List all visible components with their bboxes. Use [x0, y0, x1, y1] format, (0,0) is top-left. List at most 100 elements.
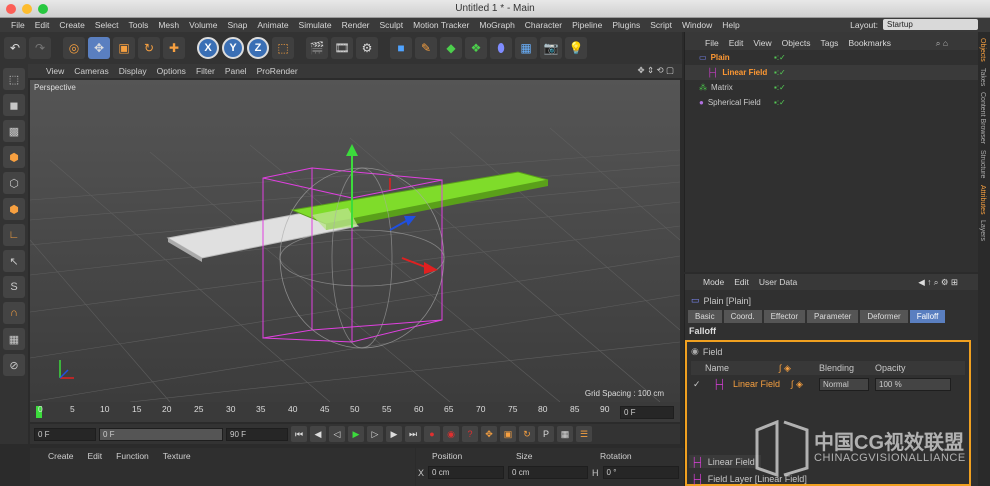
render-picture-viewer-icon[interactable]: 🎞 [331, 37, 353, 59]
material-menu-create[interactable]: Create [48, 451, 74, 461]
visibility-check-icon[interactable]: ▪:✓ [774, 68, 786, 77]
redo-icon[interactable]: ↷ [29, 37, 51, 59]
workplane-icon[interactable]: ▦ [3, 328, 25, 350]
side-tab-content-browser[interactable]: Content Browser [979, 92, 986, 144]
obj-menu-bookmarks[interactable]: Bookmarks [848, 38, 891, 50]
layout-dropdown[interactable]: Startup [883, 19, 978, 30]
menu-character[interactable]: Character [520, 20, 567, 30]
current-frame-field[interactable]: 0 F [620, 406, 674, 419]
axis-mode-icon[interactable]: ∟ [3, 224, 25, 246]
edges-mode-icon[interactable]: ⬡ [3, 172, 25, 194]
visibility-check-icon[interactable]: ▪:✓ [774, 83, 786, 92]
viewport-menu-filter[interactable]: Filter [196, 66, 215, 76]
tweak-mode-icon[interactable]: ↖ [3, 250, 25, 272]
coordinate-system-icon[interactable]: ⬚ [272, 37, 294, 59]
previous-key-icon[interactable]: ◀ [310, 426, 326, 442]
viewport-menu-options[interactable]: Options [157, 66, 186, 76]
rotate-tool-icon[interactable]: ↻ [138, 37, 160, 59]
play-icon[interactable]: ▶ [348, 426, 364, 442]
points-mode-icon[interactable]: ⬢ [3, 146, 25, 168]
tab-deformer[interactable]: Deformer [860, 310, 908, 323]
object-row-linear-field[interactable]: ├┤ Linear Field ▪:✓ [685, 65, 978, 80]
obj-menu-file[interactable]: File [705, 38, 719, 50]
locked-workplane-icon[interactable]: ⊘ [3, 354, 25, 376]
obj-menu-objects[interactable]: Objects [782, 38, 811, 50]
side-tab-takes[interactable]: Takes [979, 68, 986, 86]
obj-menu-tags[interactable]: Tags [820, 38, 838, 50]
camera-icon[interactable]: 📷 [540, 37, 562, 59]
blending-dropdown[interactable]: Normal [819, 377, 869, 391]
cloner-icon[interactable]: ❖ [465, 37, 487, 59]
viewport-menu-display[interactable]: Display [119, 66, 147, 76]
scale-key-icon[interactable]: ▣ [500, 426, 516, 442]
position-key-icon[interactable]: ✥ [481, 426, 497, 442]
keyframe-selection-icon[interactable]: ? [462, 426, 478, 442]
z-axis-lock-button[interactable]: Z [247, 37, 269, 59]
obj-menu-view[interactable]: View [753, 38, 771, 50]
attr-menu-user-data[interactable]: User Data [759, 277, 797, 290]
record-icon[interactable]: ● [424, 426, 440, 442]
side-tab-layers[interactable]: Layers [979, 220, 986, 241]
cube-icon[interactable]: ■ [390, 37, 412, 59]
object-row-matrix[interactable]: ⁂ Matrix ▪:✓ [685, 80, 978, 95]
floor-icon[interactable]: ▦ [515, 37, 537, 59]
menu-mograph[interactable]: MoGraph [474, 20, 519, 30]
menu-render[interactable]: Render [337, 20, 375, 30]
visibility-check-icon[interactable]: ▪:✓ [774, 98, 786, 107]
tab-coord[interactable]: Coord. [723, 310, 762, 323]
previous-frame-icon[interactable]: ◁ [329, 426, 345, 442]
attr-nav-icons[interactable]: ◀ ↑ ⌕ ⚙ ⊞ [918, 277, 958, 288]
viewport-menu-cameras[interactable]: Cameras [74, 66, 108, 76]
start-frame-field[interactable]: 0 F [34, 427, 96, 441]
menu-simulate[interactable]: Simulate [294, 20, 337, 30]
viewport-menu-prorender[interactable]: ProRender [257, 66, 298, 76]
magnet-icon[interactable]: ∩ [3, 302, 25, 324]
tab-parameter[interactable]: Parameter [807, 310, 859, 323]
snap-icon[interactable]: S [3, 276, 25, 298]
menu-select[interactable]: Select [90, 20, 124, 30]
menu-volume[interactable]: Volume [184, 20, 222, 30]
search-icon[interactable]: ⌕ ⌂ [936, 38, 948, 49]
object-row-spherical-field[interactable]: ● Spherical Field ▪:✓ [685, 95, 978, 110]
remap-curve-icon[interactable]: ∫ ◈ [791, 379, 819, 390]
live-selection-icon[interactable]: ◎ [63, 37, 85, 59]
pla-key-icon[interactable]: ▦ [557, 426, 573, 442]
tab-basic[interactable]: Basic [688, 310, 722, 323]
parameter-key-icon[interactable]: P [538, 426, 554, 442]
attr-menu-edit[interactable]: Edit [734, 277, 749, 290]
rotation-key-icon[interactable]: ↻ [519, 426, 535, 442]
move-tool-icon[interactable]: ✥ [88, 37, 110, 59]
menu-snap[interactable]: Snap [223, 20, 253, 30]
frame-range-slider[interactable]: 0 F [99, 427, 223, 441]
render-settings-icon[interactable]: ⚙ [356, 37, 378, 59]
3d-viewport[interactable]: Perspective Grid Spacing : 100 cm [30, 80, 680, 402]
menu-file[interactable]: File [6, 20, 30, 30]
size-x-field[interactable]: 0 cm [508, 466, 589, 479]
undo-icon[interactable]: ↶ [4, 37, 26, 59]
texture-mode-icon[interactable]: ▩ [3, 120, 25, 142]
tab-effector[interactable]: Effector [763, 310, 805, 323]
side-tab-objects[interactable]: Objects [979, 38, 986, 62]
make-editable-icon[interactable]: ⬚ [3, 68, 25, 90]
light-icon[interactable]: 💡 [565, 37, 587, 59]
menu-create[interactable]: Create [54, 20, 90, 30]
menu-animate[interactable]: Animate [252, 20, 293, 30]
y-axis-lock-button[interactable]: Y [222, 37, 244, 59]
field-enabled-checkbox[interactable]: ✓ [691, 379, 713, 390]
polygons-mode-icon[interactable]: ⬢ [3, 198, 25, 220]
menu-sculpt[interactable]: Sculpt [375, 20, 409, 30]
menu-motion-tracker[interactable]: Motion Tracker [408, 20, 474, 30]
menu-mesh[interactable]: Mesh [153, 20, 184, 30]
field-collapse-icon[interactable]: ◉ [691, 346, 699, 357]
position-x-field[interactable]: 0 cm [428, 466, 505, 479]
end-frame-field[interactable]: 90 F [226, 427, 288, 441]
rotation-h-field[interactable]: 0 ° [602, 466, 679, 479]
x-axis-lock-button[interactable]: X [197, 37, 219, 59]
menu-help[interactable]: Help [717, 20, 744, 30]
menu-script[interactable]: Script [645, 20, 677, 30]
transform-tool-icon[interactable]: ✚ [163, 37, 185, 59]
attr-menu-mode[interactable]: Mode [703, 277, 724, 290]
visibility-check-icon[interactable]: ▪:✓ [774, 53, 786, 62]
subdivision-icon[interactable]: ◆ [440, 37, 462, 59]
tab-falloff[interactable]: Falloff [909, 310, 946, 323]
